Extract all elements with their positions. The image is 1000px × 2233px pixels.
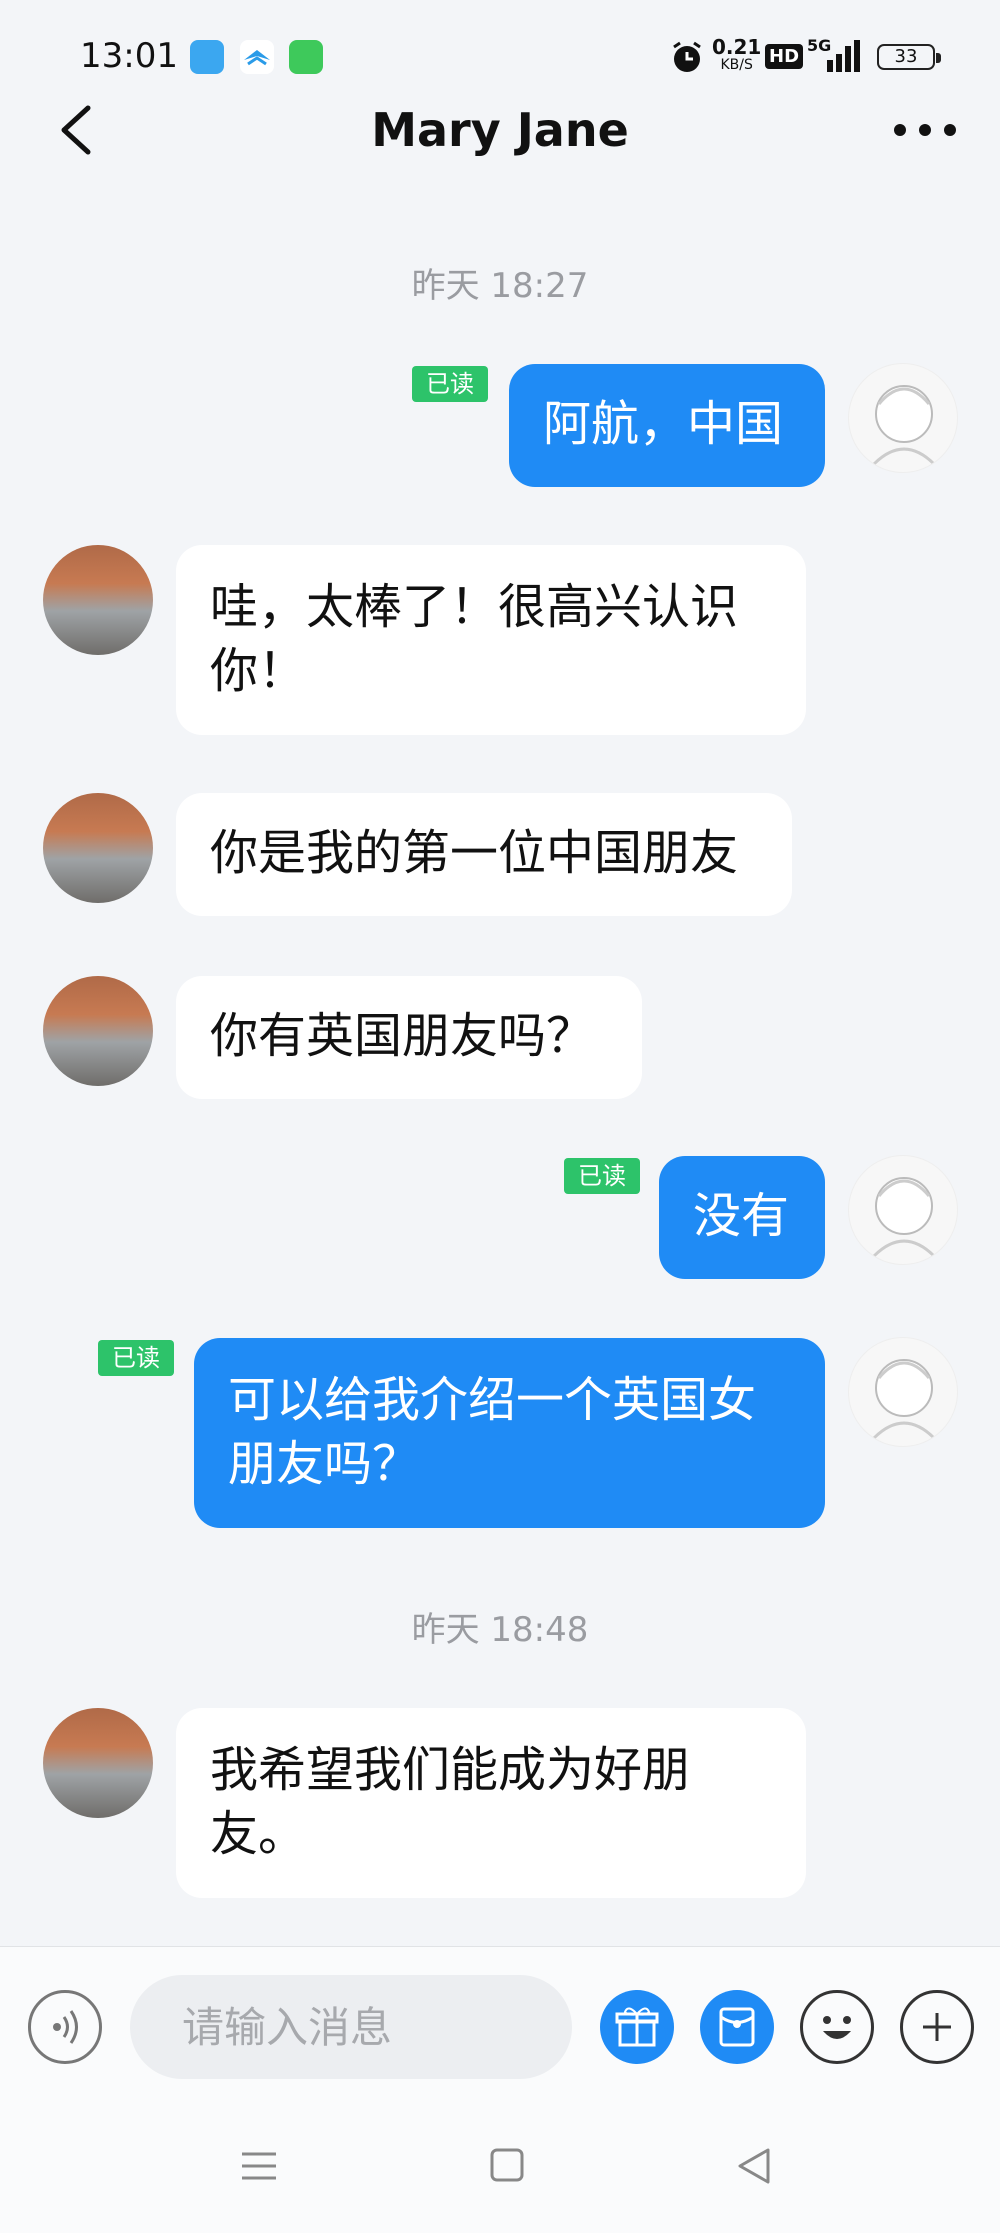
back-nav-button[interactable] — [720, 2136, 790, 2196]
message-bubble[interactable]: 我希望我们能成为好朋友。 — [176, 1708, 806, 1898]
chat-header: Mary Jane — [0, 100, 1000, 170]
plus-icon — [923, 2013, 951, 2041]
more-options-button[interactable] — [890, 118, 960, 142]
gift-icon — [615, 2007, 659, 2047]
message-bubble[interactable]: 阿航，中国 — [509, 364, 825, 487]
home-nav-button[interactable] — [472, 2136, 542, 2196]
home-square-icon — [490, 2148, 524, 2182]
alarm-icon — [670, 40, 704, 78]
message-input[interactable] — [130, 1975, 572, 2079]
network-type-label: 5G — [807, 36, 832, 55]
network-speed-value: 0.21 — [712, 35, 762, 59]
timestamp: 昨天 18:48 — [411, 1610, 589, 1650]
contact-avatar[interactable] — [43, 793, 153, 903]
contact-avatar[interactable] — [43, 545, 153, 655]
message-bubble[interactable]: 你是我的第一位中国朋友 — [176, 793, 792, 916]
menu-nav-button[interactable] — [224, 2136, 294, 2196]
smiley-icon — [823, 2016, 851, 2039]
battery-icon: 33 — [877, 44, 941, 70]
my-avatar[interactable] — [848, 1155, 958, 1265]
message-bubble[interactable]: 你有英国朋友吗？ — [176, 976, 642, 1099]
my-avatar[interactable] — [848, 363, 958, 473]
message-app-icon — [289, 40, 323, 74]
add-button[interactable] — [900, 1990, 974, 2064]
emoji-button[interactable] — [800, 1990, 874, 2064]
read-badge: 已读 — [412, 366, 488, 402]
timestamp: 昨天 18:27 — [411, 266, 589, 306]
read-badge: 已读 — [98, 1340, 174, 1376]
cloud-app-icon — [240, 40, 274, 74]
status-bar: 13:01 0.21 KB/S HD 5G 33 — [0, 0, 1000, 110]
my-avatar[interactable] — [848, 1337, 958, 1447]
message-bubble[interactable]: 可以给我介绍一个英国女朋友吗？ — [194, 1338, 825, 1528]
input-bar — [0, 1946, 1000, 2107]
triangle-back-icon — [738, 2148, 770, 2184]
more-horizontal-icon — [894, 124, 956, 136]
menu-icon — [242, 2152, 276, 2180]
contact-avatar[interactable] — [43, 1708, 153, 1818]
message-bubble[interactable]: 哇，太棒了！很高兴认识你！ — [176, 545, 806, 735]
voice-icon — [53, 2010, 78, 2044]
hd-badge: HD — [765, 44, 804, 69]
network-speed: 0.21 KB/S — [712, 35, 762, 74]
read-badge: 已读 — [564, 1158, 640, 1194]
red-packet-button[interactable] — [700, 1990, 774, 2064]
envelope-icon — [719, 2007, 755, 2047]
gift-button[interactable] — [600, 1990, 674, 2064]
message-bubble[interactable]: 没有 — [659, 1156, 825, 1279]
contact-avatar[interactable] — [43, 976, 153, 1086]
status-time: 13:01 — [80, 36, 178, 76]
voice-button[interactable] — [28, 1990, 102, 2064]
signal-icon: 5G — [805, 36, 861, 80]
system-nav-bar — [0, 2106, 1000, 2233]
page-title: Mary Jane — [371, 103, 629, 157]
notification-app-icon — [190, 40, 224, 74]
